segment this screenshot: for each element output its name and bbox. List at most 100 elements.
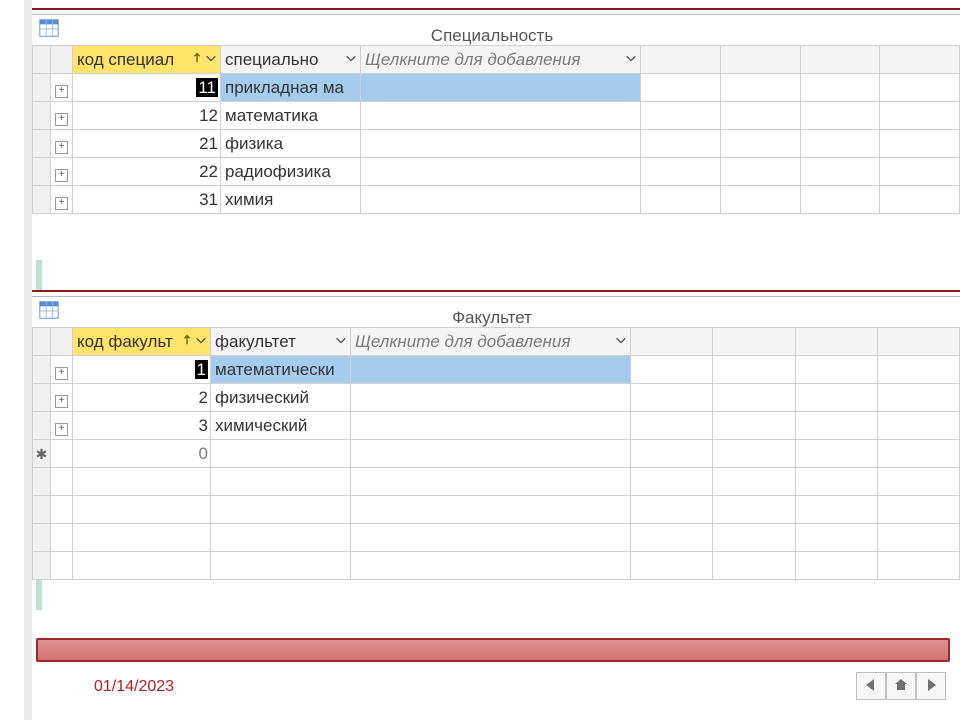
datasheet-window-speciality: Специальность код специал специально	[32, 8, 960, 214]
expand-toggle[interactable]: +	[51, 412, 73, 440]
nav-home-button[interactable]	[886, 672, 916, 700]
table-row[interactable]: + 22 радиофизика	[33, 158, 960, 186]
table-row[interactable]: + 21 физика	[33, 130, 960, 158]
plus-icon: +	[55, 197, 68, 210]
table-row[interactable]: + 1 математически	[33, 356, 960, 384]
window-title: Специальность	[32, 26, 952, 46]
footer-date: 01/14/2023	[94, 678, 174, 696]
cell-name[interactable]	[211, 440, 351, 468]
col-header-empty	[800, 46, 880, 74]
table-row-blank	[33, 496, 960, 524]
cell-add[interactable]	[361, 74, 641, 102]
plus-icon: +	[55, 113, 68, 126]
cell-code[interactable]: 1	[73, 356, 211, 384]
expand-toggle[interactable]: +	[51, 356, 73, 384]
record-selector[interactable]	[33, 102, 51, 130]
cell-name[interactable]: химический	[211, 412, 351, 440]
cell-add[interactable]	[351, 384, 631, 412]
record-selector[interactable]	[33, 74, 51, 102]
record-selector[interactable]	[33, 130, 51, 158]
cell-name[interactable]: математически	[211, 356, 351, 384]
chevron-down-icon[interactable]	[194, 332, 208, 352]
col-header-name[interactable]: специально	[221, 46, 361, 74]
expand-header	[51, 46, 73, 74]
nav-next-button[interactable]	[916, 672, 946, 700]
col-header-empty	[720, 46, 800, 74]
cell-code[interactable]: 3	[73, 412, 211, 440]
cell-name[interactable]: химия	[221, 186, 361, 214]
table-row[interactable]: + 12 математика	[33, 102, 960, 130]
cell-add[interactable]	[361, 102, 641, 130]
cell-code[interactable]: 2	[73, 384, 211, 412]
expand-toggle	[51, 440, 73, 468]
cell-add[interactable]	[351, 412, 631, 440]
expand-toggle[interactable]: +	[51, 102, 73, 130]
cell-name[interactable]: физика	[221, 130, 361, 158]
cell-add[interactable]	[361, 130, 641, 158]
triangle-right-icon	[923, 677, 939, 696]
col-header-label: Щелкните для добавления	[355, 332, 570, 352]
col-header-empty	[880, 46, 960, 74]
cell-add[interactable]	[351, 356, 631, 384]
record-selector-header[interactable]	[33, 46, 51, 74]
table-row-new[interactable]: ✱ 0	[33, 440, 960, 468]
datasheet-table: код специал специально Щелкните для доба…	[32, 45, 960, 214]
cell-code[interactable]: 12	[73, 102, 221, 130]
cell-code[interactable]: 22	[73, 158, 221, 186]
footer-bar: 01/14/2023	[36, 638, 950, 704]
table-row-blank	[33, 552, 960, 580]
record-selector[interactable]	[33, 412, 51, 440]
col-header-add[interactable]: Щелкните для добавления	[351, 328, 631, 356]
footer-nav	[856, 672, 946, 700]
table-row[interactable]: + 11 прикладная ма	[33, 74, 960, 102]
table-row[interactable]: + 3 химический	[33, 412, 960, 440]
window-top-rule	[32, 8, 960, 15]
table-row[interactable]: + 31 химия	[33, 186, 960, 214]
header-row: код специал специально Щелкните для доба…	[33, 46, 960, 74]
cell-code[interactable]: 21	[73, 130, 221, 158]
cell-name[interactable]: математика	[221, 102, 361, 130]
chevron-down-icon[interactable]	[624, 50, 638, 70]
nav-prev-button[interactable]	[856, 672, 886, 700]
chevron-down-icon[interactable]	[204, 50, 218, 70]
cell-add[interactable]	[351, 440, 631, 468]
expand-toggle[interactable]: +	[51, 130, 73, 158]
cell-code[interactable]: 11	[73, 74, 221, 102]
record-selector[interactable]: ✱	[33, 440, 51, 468]
cell-code[interactable]: 31	[73, 186, 221, 214]
col-header-code[interactable]: код факульт	[73, 328, 211, 356]
cell-name[interactable]: прикладная ма	[221, 74, 361, 102]
record-selector[interactable]	[33, 158, 51, 186]
col-header-code[interactable]: код специал	[73, 46, 221, 74]
sort-arrow-icon	[190, 50, 204, 70]
expand-toggle[interactable]: +	[51, 186, 73, 214]
chevron-down-icon[interactable]	[344, 50, 358, 70]
table-row[interactable]: + 2 физический	[33, 384, 960, 412]
window-iconbar: Специальность	[32, 15, 960, 45]
expand-toggle[interactable]: +	[51, 74, 73, 102]
record-selector[interactable]	[33, 356, 51, 384]
cell-add[interactable]	[361, 186, 641, 214]
chevron-down-icon[interactable]	[614, 332, 628, 352]
record-selector[interactable]	[33, 384, 51, 412]
expand-toggle[interactable]: +	[51, 384, 73, 412]
table-row-blank	[33, 468, 960, 496]
record-selector[interactable]	[33, 186, 51, 214]
cell-empty	[641, 74, 721, 102]
new-record-icon: ✱	[36, 446, 48, 462]
cell-name[interactable]: физический	[211, 384, 351, 412]
col-header-add[interactable]: Щелкните для добавления	[361, 46, 641, 74]
col-header-name[interactable]: факультет	[211, 328, 351, 356]
datasheet-table: код факульт факультет Щелкните для добав…	[32, 327, 960, 580]
record-selector-header[interactable]	[33, 328, 51, 356]
plus-icon: +	[55, 395, 68, 408]
cell-code[interactable]: 0	[73, 440, 211, 468]
table-row-blank	[33, 524, 960, 552]
cell-add[interactable]	[361, 158, 641, 186]
cell-name[interactable]: радиофизика	[221, 158, 361, 186]
window-top-rule	[32, 290, 960, 297]
chevron-down-icon[interactable]	[334, 332, 348, 352]
expand-toggle[interactable]: +	[51, 158, 73, 186]
sort-arrow-icon	[180, 332, 194, 352]
datasheet-window-faculty: Факультет код факульт факультет	[32, 290, 960, 580]
